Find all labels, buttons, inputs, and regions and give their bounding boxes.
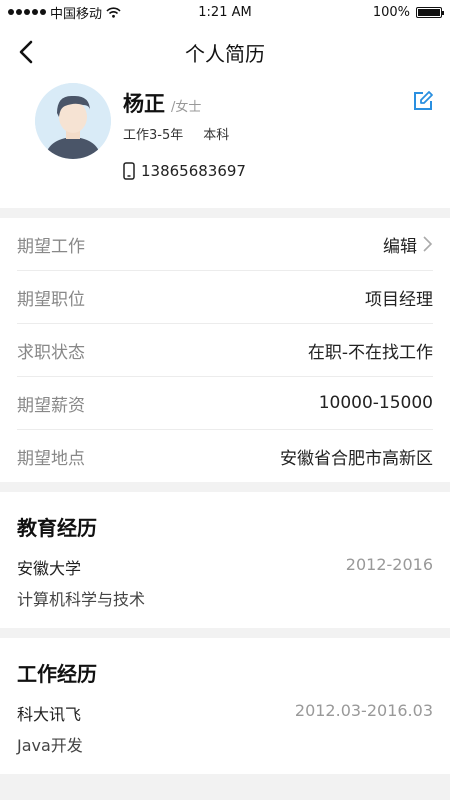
status-time: 1:21 AM (198, 4, 252, 20)
back-icon[interactable] (14, 38, 42, 66)
row-job-status: 求职状态 在职-不在找工作 (17, 324, 433, 377)
profile-card: 杨正 /女士 工作3-5年 本科 13865683697 (0, 80, 450, 208)
row-expected-position: 期望职位 项目经理 (17, 271, 433, 324)
page-title: 个人简历 (185, 41, 265, 66)
user-gender: /女士 (171, 100, 202, 115)
divider (0, 628, 450, 638)
row-value: 在职-不在找工作 (307, 342, 433, 363)
section-title: 教育经历 (17, 516, 97, 540)
chevron-right-icon (423, 236, 433, 252)
row-label: 期望地点 (17, 448, 85, 469)
row-label: 期望工作 (17, 236, 85, 257)
phone-number: 13865683697 (141, 162, 246, 180)
edit-link[interactable]: 编辑 (383, 232, 433, 257)
battery-icon (416, 6, 444, 18)
phone-icon (123, 162, 135, 180)
edit-link-label: 编辑 (383, 236, 417, 257)
row-expected-job[interactable]: 期望工作 编辑 (17, 218, 433, 271)
section-title: 工作经历 (17, 662, 97, 686)
avatar (35, 83, 111, 159)
work-section[interactable]: 工作经历 科大讯飞 2012.03-2016.03 Java开发 (0, 638, 450, 774)
school-name: 安徽大学 (17, 559, 82, 578)
row-label: 期望薪资 (17, 395, 85, 416)
row-label: 期望职位 (17, 289, 85, 310)
row-value: 安徽省合肥市高新区 (280, 448, 433, 469)
education-line: 安徽大学 2012-2016 (17, 555, 433, 579)
work-line: 科大讯飞 2012.03-2016.03 (17, 701, 433, 725)
divider (0, 482, 450, 492)
company-name: 科大讯飞 (17, 705, 82, 724)
education-period: 2012-2016 (345, 555, 433, 574)
work-period: 2012.03-2016.03 (294, 701, 433, 720)
expectation-list: 期望工作 编辑 期望职位 项目经理 求职状态 在职-不在找工作 期望薪资 100… (0, 218, 450, 482)
nav-bar: 个人简历 (0, 24, 450, 80)
profile-meta: 工作3-5年 本科 (123, 124, 229, 143)
experience-years: 工作3-5年 (123, 128, 184, 143)
job-position: Java开发 (17, 736, 83, 755)
row-expected-salary: 期望薪资 10000-15000 (17, 377, 433, 430)
avatar-icon (35, 83, 111, 159)
education-degree: 本科 (203, 128, 230, 143)
divider (0, 208, 450, 218)
edit-icon[interactable] (412, 90, 434, 112)
name-row: 杨正 /女士 (123, 88, 201, 118)
status-bar: 中国移动 1:21 AM 100% (0, 0, 450, 24)
user-name: 杨正 (123, 92, 165, 116)
row-value: 10000-15000 (318, 393, 433, 413)
major-name: 计算机科学与技术 (17, 590, 146, 609)
row-label: 求职状态 (17, 342, 85, 363)
phone-row: 13865683697 (123, 162, 246, 180)
row-expected-location: 期望地点 安徽省合肥市高新区 (17, 430, 433, 482)
education-section[interactable]: 教育经历 安徽大学 2012-2016 计算机科学与技术 (0, 492, 450, 628)
row-value: 项目经理 (365, 289, 433, 310)
